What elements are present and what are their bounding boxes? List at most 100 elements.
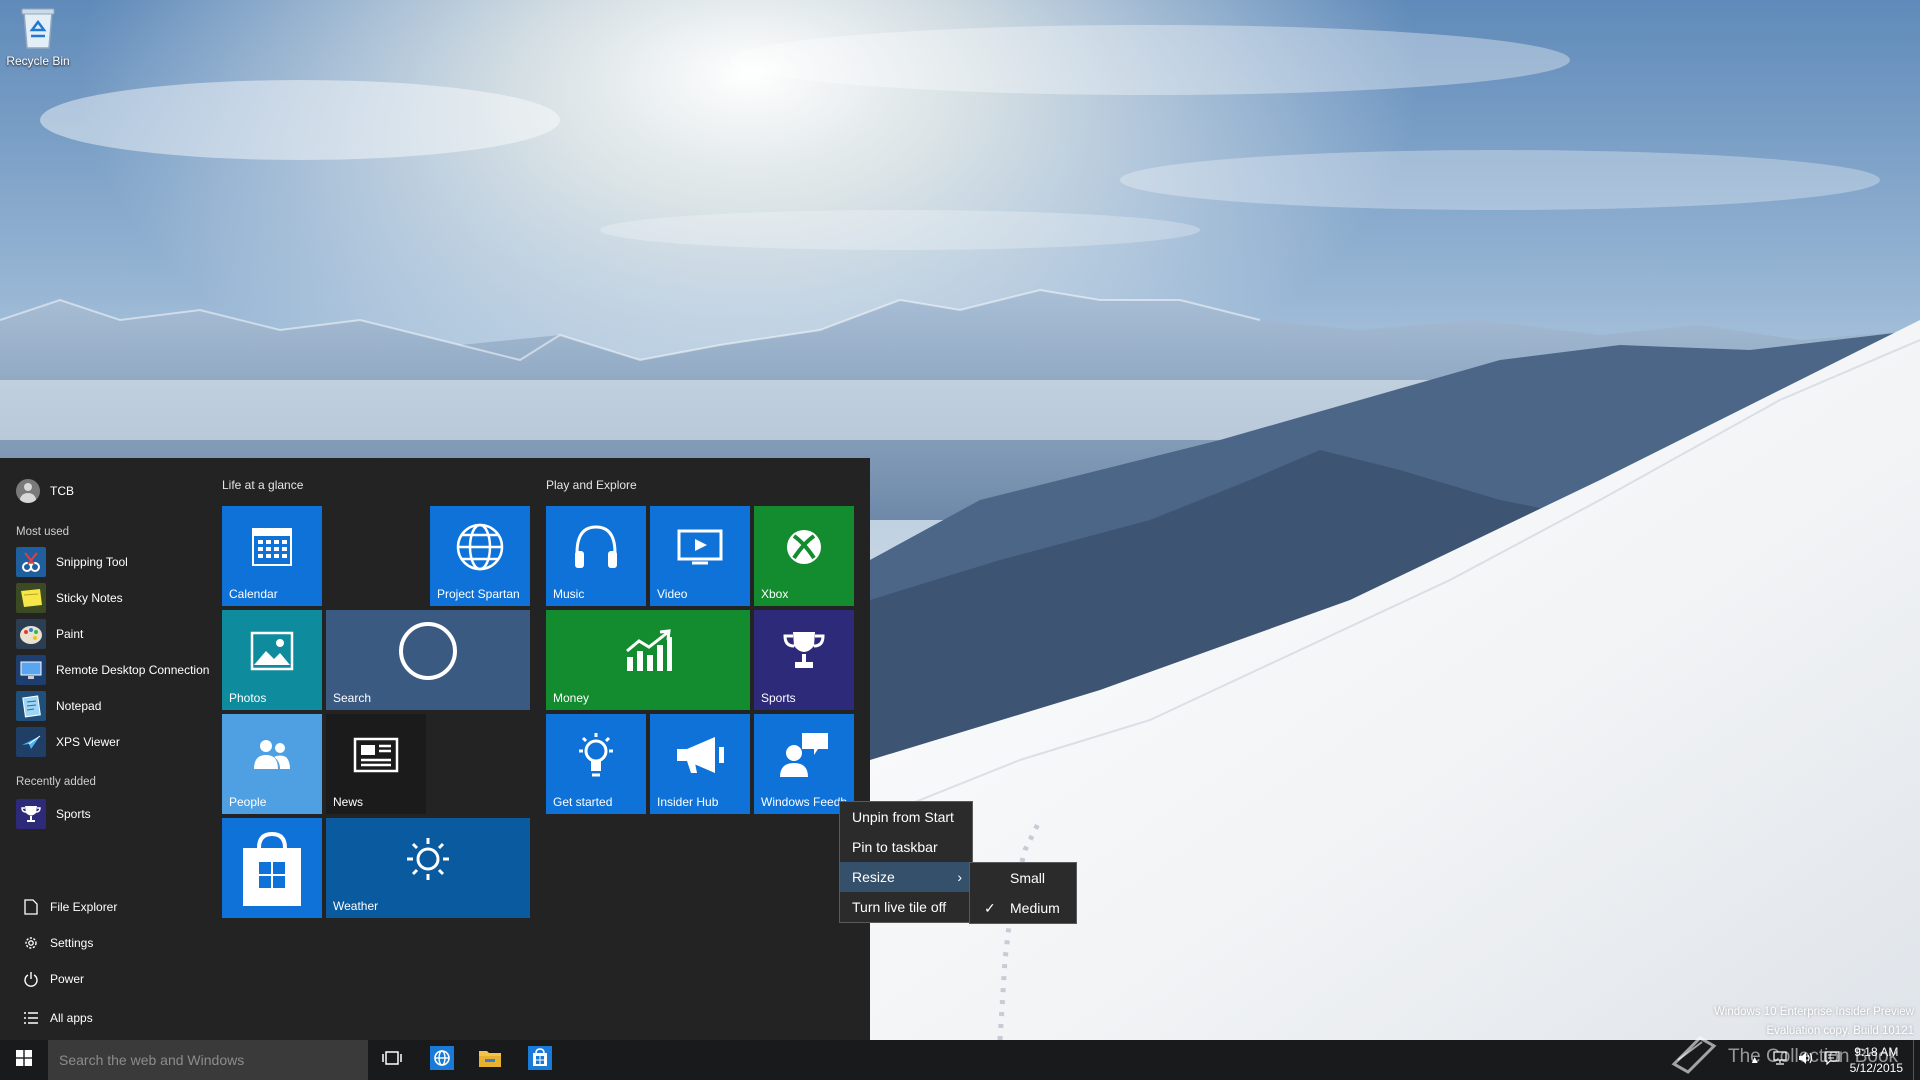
photo-icon bbox=[222, 610, 322, 692]
recently-added-header: Recently added bbox=[16, 776, 96, 788]
app-notepad[interactable]: Notepad bbox=[16, 690, 212, 722]
tile-windows-feedback[interactable]: Windows Feedb bbox=[754, 714, 854, 814]
user-account[interactable]: TCB bbox=[16, 479, 74, 503]
tile-store[interactable] bbox=[222, 818, 322, 918]
settings-button[interactable]: Settings bbox=[22, 928, 93, 958]
scissors-icon bbox=[16, 547, 46, 577]
store-bag-icon bbox=[528, 1045, 552, 1075]
tile-label: Sports bbox=[761, 691, 796, 705]
lightbulb-icon bbox=[546, 714, 646, 796]
video-player-icon bbox=[650, 506, 750, 588]
app-label: Sticky Notes bbox=[56, 591, 123, 605]
tile-label: Project Spartan bbox=[437, 587, 520, 601]
tile-label: Xbox bbox=[761, 587, 789, 601]
tile-label: Insider Hub bbox=[657, 795, 719, 809]
list-icon bbox=[22, 1009, 40, 1027]
app-remote-desktop[interactable]: Remote Desktop Connection bbox=[16, 654, 212, 686]
all-apps-label: All apps bbox=[50, 1011, 93, 1025]
group-header-play: Play and Explore bbox=[546, 478, 637, 492]
megaphone-icon bbox=[650, 714, 750, 796]
gear-icon bbox=[22, 934, 40, 952]
tile-money[interactable]: Money bbox=[546, 610, 750, 710]
taskbar-search-input[interactable]: Search the web and Windows bbox=[48, 1040, 368, 1080]
tile-music[interactable]: Music bbox=[546, 506, 646, 606]
tile-weather[interactable]: Weather bbox=[326, 818, 530, 918]
tile-label: Weather bbox=[333, 899, 379, 913]
tile-people[interactable]: People bbox=[222, 714, 322, 814]
app-xps-viewer[interactable]: XPS Viewer bbox=[16, 726, 212, 758]
menu-item-size-small[interactable]: Small bbox=[970, 863, 1076, 893]
taskbar-store-button[interactable] bbox=[516, 1040, 564, 1080]
recycle-bin-icon bbox=[18, 6, 58, 50]
menu-item-size-medium[interactable]: ✓ Medium bbox=[970, 893, 1076, 923]
power-icon bbox=[22, 970, 40, 988]
start-menu: TCB Most used Snipping Tool Sticky Notes… bbox=[0, 458, 870, 1040]
tile-label: Photos bbox=[229, 691, 267, 705]
tile-get-started[interactable]: Get started bbox=[546, 714, 646, 814]
app-paint[interactable]: Paint bbox=[16, 618, 212, 650]
size-medium-label: Medium bbox=[1010, 900, 1060, 916]
start-button[interactable] bbox=[0, 1040, 48, 1080]
tile-label: Get started bbox=[553, 795, 613, 809]
people-icon bbox=[222, 714, 322, 796]
all-apps-button[interactable]: All apps bbox=[22, 1003, 93, 1033]
tile-label: Money bbox=[553, 691, 590, 705]
tile-project-spartan[interactable]: Project Spartan bbox=[430, 506, 530, 606]
globe-icon bbox=[430, 506, 530, 588]
power-button[interactable]: Power bbox=[22, 964, 84, 994]
tile-label: Music bbox=[553, 587, 585, 601]
book-logo-icon bbox=[1670, 1034, 1718, 1080]
user-avatar-icon bbox=[16, 479, 40, 503]
shopping-bag-icon bbox=[222, 818, 322, 918]
tile-label: News bbox=[333, 795, 364, 809]
chevron-right-icon: › bbox=[957, 869, 962, 885]
calendar-icon bbox=[222, 506, 322, 588]
tile-calendar[interactable]: Calendar bbox=[222, 506, 322, 606]
sticky-note-icon bbox=[16, 583, 46, 613]
trophy-icon bbox=[16, 799, 46, 829]
tile-search[interactable]: Search bbox=[326, 610, 530, 710]
globe-icon bbox=[430, 1045, 454, 1075]
app-label: Snipping Tool bbox=[56, 555, 128, 569]
menu-item-resize[interactable]: Resize › bbox=[840, 862, 972, 892]
resize-label: Resize bbox=[852, 869, 895, 885]
app-sports[interactable]: Sports bbox=[16, 798, 212, 830]
group-header-life: Life at a glance bbox=[222, 478, 304, 492]
show-desktop-button[interactable] bbox=[1913, 1040, 1920, 1080]
app-label: Remote Desktop Connection bbox=[56, 663, 210, 677]
trophy-icon bbox=[754, 610, 854, 692]
taskbar-file-explorer-button[interactable] bbox=[466, 1040, 514, 1080]
task-view-icon bbox=[382, 1050, 402, 1071]
app-sticky-notes[interactable]: Sticky Notes bbox=[16, 582, 212, 614]
tile-video[interactable]: Video bbox=[650, 506, 750, 606]
taskbar-browser-button[interactable] bbox=[418, 1040, 466, 1080]
newspaper-icon bbox=[326, 714, 426, 796]
tile-label: Search bbox=[333, 691, 372, 705]
checkmark-icon: ✓ bbox=[984, 900, 996, 916]
menu-item-live-tile-off[interactable]: Turn live tile off bbox=[840, 892, 972, 922]
windows-logo-icon bbox=[16, 1049, 32, 1071]
sun-icon bbox=[326, 818, 530, 900]
app-label: XPS Viewer bbox=[56, 735, 120, 749]
recycle-bin[interactable]: Recycle Bin bbox=[4, 6, 72, 68]
task-view-button[interactable] bbox=[368, 1040, 416, 1080]
notepad-icon bbox=[16, 691, 46, 721]
tile-news[interactable]: News bbox=[326, 714, 426, 814]
palette-icon bbox=[16, 619, 46, 649]
user-name: TCB bbox=[50, 484, 74, 498]
file-explorer-button[interactable]: File Explorer bbox=[22, 892, 117, 922]
xbox-icon bbox=[754, 506, 854, 588]
most-used-header: Most used bbox=[16, 526, 70, 538]
tile-photos[interactable]: Photos bbox=[222, 610, 322, 710]
menu-item-pin-taskbar[interactable]: Pin to taskbar bbox=[840, 832, 972, 862]
folder-icon bbox=[478, 1048, 502, 1073]
app-label: Sports bbox=[56, 807, 91, 821]
tile-xbox[interactable]: Xbox bbox=[754, 506, 854, 606]
app-snipping-tool[interactable]: Snipping Tool bbox=[16, 546, 212, 578]
menu-item-unpin[interactable]: Unpin from Start bbox=[840, 802, 972, 832]
tile-insider-hub[interactable]: Insider Hub bbox=[650, 714, 750, 814]
start-left-column: TCB Most used Snipping Tool Sticky Notes… bbox=[0, 458, 212, 1040]
tile-sports[interactable]: Sports bbox=[754, 610, 854, 710]
build-watermark-line1: Windows 10 Enterprise Insider Preview bbox=[1713, 1006, 1914, 1018]
tile-label: Windows Feedb bbox=[761, 795, 848, 809]
